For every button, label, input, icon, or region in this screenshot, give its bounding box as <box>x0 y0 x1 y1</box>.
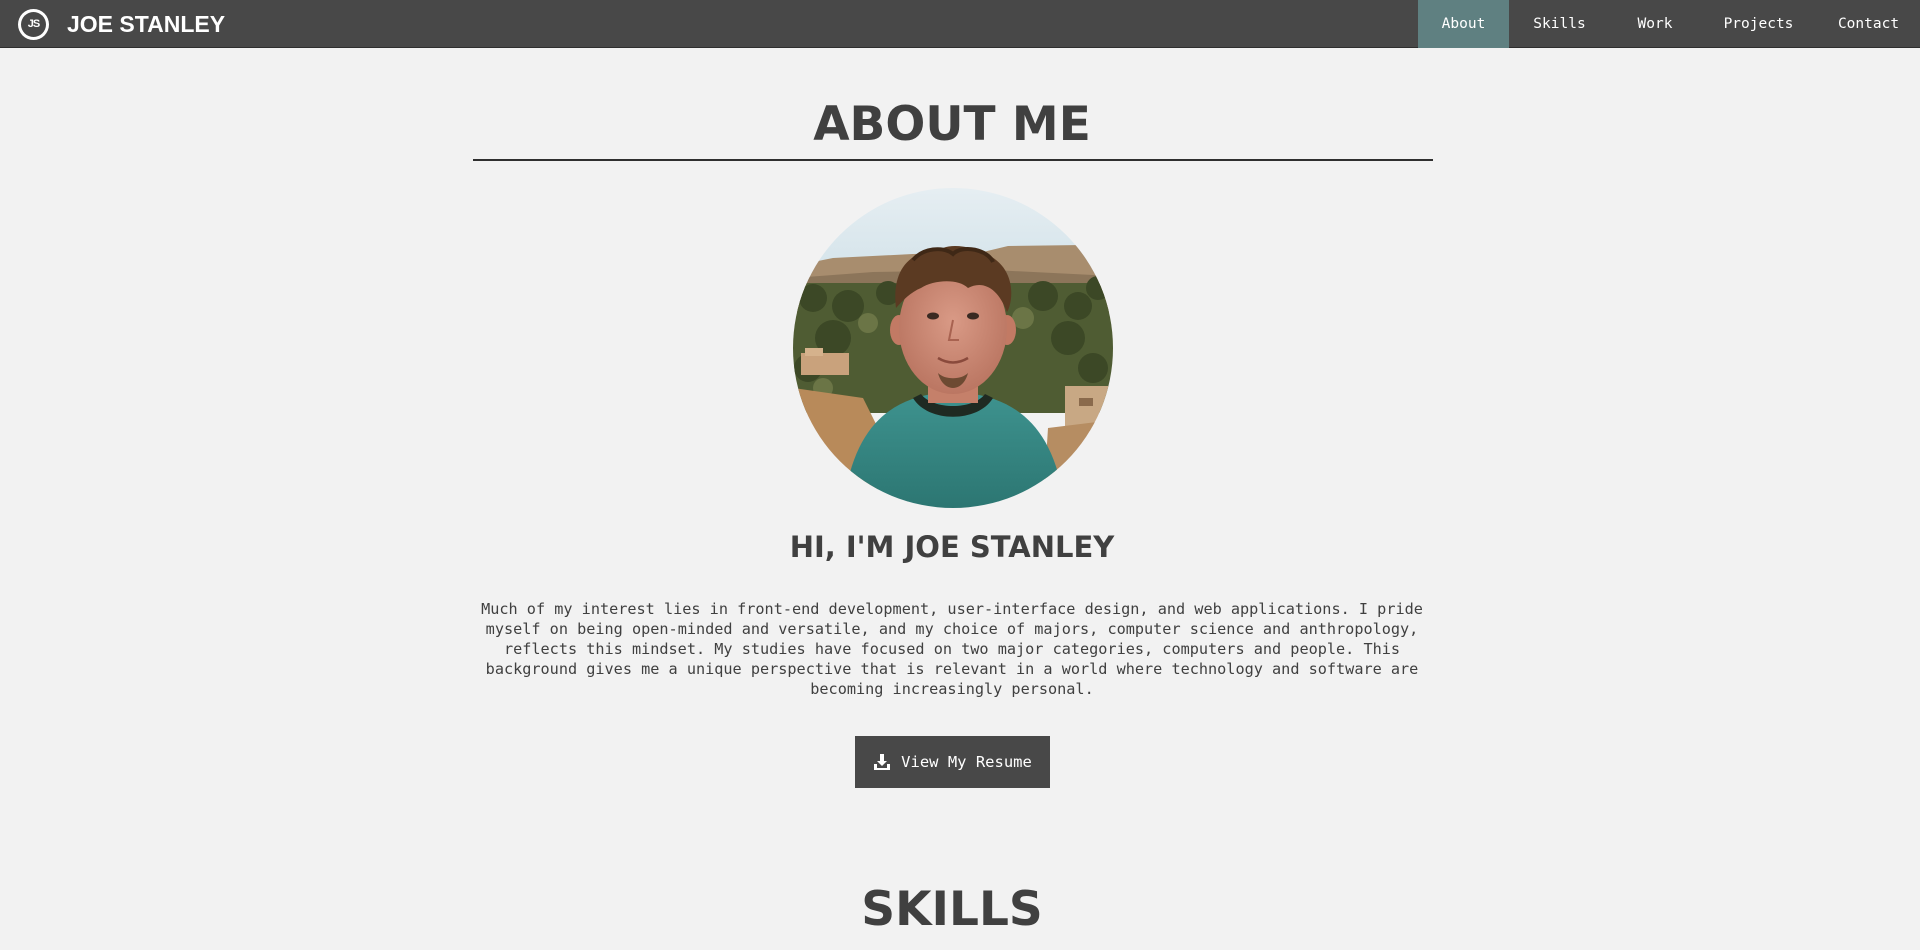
top-navbar: JS JOE STANLEY About Skills Work Project… <box>0 0 1920 48</box>
brand-name: JOE STANLEY <box>67 10 226 37</box>
view-resume-label: View My Resume <box>901 753 1032 771</box>
profile-photo <box>793 188 1113 508</box>
bio-paragraph: Much of my interest lies in front-end de… <box>481 600 1423 698</box>
profile-photo-illustration <box>793 188 1113 508</box>
heading-divider <box>473 159 1433 161</box>
nav-item-skills[interactable]: Skills <box>1509 0 1610 48</box>
nav-item-contact[interactable]: Contact <box>1817 0 1920 48</box>
view-resume-button[interactable]: View My Resume <box>855 736 1050 788</box>
js-logo-icon: JS <box>18 8 49 40</box>
download-icon <box>873 753 891 771</box>
nav-links: About Skills Work Projects Contact <box>1418 0 1920 48</box>
about-heading: ABOUT ME <box>813 97 1091 152</box>
nav-item-about[interactable]: About <box>1418 0 1509 48</box>
nav-item-projects[interactable]: Projects <box>1700 0 1817 48</box>
brand-link[interactable]: JS JOE STANLEY <box>18 0 225 48</box>
nav-item-work[interactable]: Work <box>1610 0 1700 48</box>
skills-heading: SKILLS <box>861 882 1043 937</box>
greeting-heading: HI, I'M JOE STANLEY <box>789 530 1115 564</box>
brand-logo-text: JS <box>21 11 46 37</box>
